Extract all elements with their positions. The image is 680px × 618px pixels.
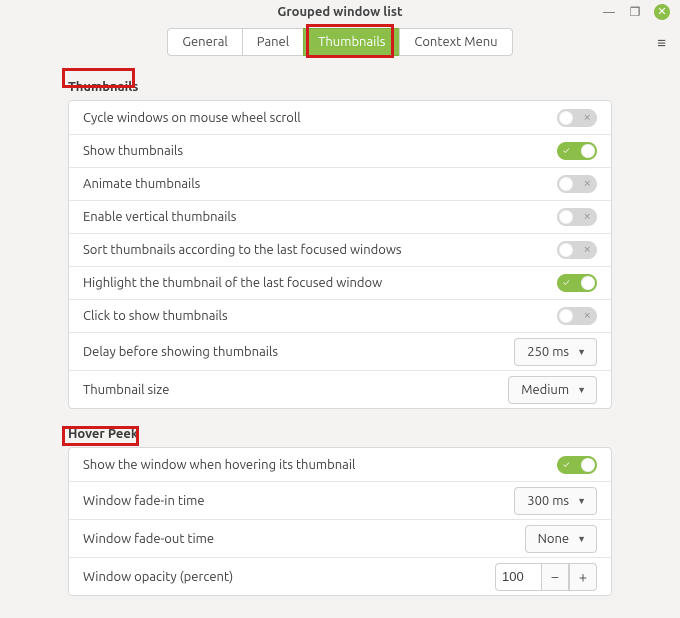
cross-icon: ✕ <box>583 246 591 255</box>
row-sort-thumbnails: Sort thumbnails according to the last fo… <box>69 233 611 266</box>
combo-value: Medium <box>521 383 569 397</box>
row-enable-vertical: Enable vertical thumbnails ✕ <box>69 200 611 233</box>
row-size: Thumbnail size Medium ▼ <box>69 370 611 408</box>
chevron-down-icon: ▼ <box>577 496 586 506</box>
row-label: Show thumbnails <box>83 144 183 158</box>
opacity-decrement-button[interactable]: − <box>541 563 569 591</box>
toggle-enable-vertical[interactable]: ✕ <box>557 208 597 226</box>
toggle-animate-thumbnails[interactable]: ✕ <box>557 175 597 193</box>
section-title-hoverpeek: Hover Peek <box>68 427 670 441</box>
combo-delay[interactable]: 250 ms ▼ <box>514 338 597 366</box>
row-label: Show the window when hovering its thumbn… <box>83 458 355 472</box>
combo-value: None <box>538 532 570 546</box>
combo-value: 250 ms <box>527 345 569 359</box>
close-button[interactable]: ✕ <box>654 4 670 20</box>
tab-general[interactable]: General <box>167 28 242 56</box>
check-icon: ✓ <box>563 279 569 288</box>
window-title: Grouped window list <box>277 5 402 19</box>
row-show-thumbnails: Show thumbnails ✓ <box>69 134 611 167</box>
cross-icon: ✕ <box>583 213 591 222</box>
combo-value: 300 ms <box>527 494 569 508</box>
tab-label: Thumbnails <box>318 35 385 49</box>
minimize-button[interactable]: — <box>602 5 616 19</box>
row-fadeout: Window fade-out time None ▼ <box>69 519 611 557</box>
tab-thumbnails[interactable]: Thumbnails <box>303 28 400 56</box>
tabs: General Panel Thumbnails Context Menu <box>167 28 512 56</box>
row-fadein: Window fade-in time 300 ms ▼ <box>69 481 611 519</box>
tabs-row: General Panel Thumbnails Context Menu ≡ <box>0 22 680 62</box>
toggle-cycle-windows[interactable]: ✕ <box>557 109 597 127</box>
chevron-down-icon: ▼ <box>577 385 586 395</box>
cross-icon: ✕ <box>583 113 591 122</box>
row-delay: Delay before showing thumbnails 250 ms ▼ <box>69 332 611 370</box>
combo-fadein[interactable]: 300 ms ▼ <box>514 487 597 515</box>
opacity-increment-button[interactable]: + <box>569 563 597 591</box>
toggle-sort-thumbnails[interactable]: ✕ <box>557 241 597 259</box>
row-opacity: Window opacity (percent) − + <box>69 557 611 595</box>
row-highlight-thumbnail: Highlight the thumbnail of the last focu… <box>69 266 611 299</box>
toggle-click-to-show[interactable]: ✕ <box>557 307 597 325</box>
row-label: Sort thumbnails according to the last fo… <box>83 243 402 257</box>
maximize-button[interactable]: ❐ <box>628 5 642 19</box>
toggle-highlight-thumbnail[interactable]: ✓ <box>557 274 597 292</box>
tab-label: Context Menu <box>414 35 497 49</box>
hoverpeek-panel: Show the window when hovering its thumbn… <box>68 447 612 596</box>
row-label: Animate thumbnails <box>83 177 200 191</box>
row-label: Window fade-in time <box>83 494 205 508</box>
row-label: Enable vertical thumbnails <box>83 210 236 224</box>
check-icon: ✓ <box>563 460 569 469</box>
tab-label: Panel <box>257 35 289 49</box>
cross-icon: ✕ <box>583 180 591 189</box>
spin-opacity: − + <box>495 563 597 591</box>
thumbnails-panel: Cycle windows on mouse wheel scroll ✕ Sh… <box>68 100 612 409</box>
combo-fadeout[interactable]: None ▼ <box>525 525 597 553</box>
window-controls: — ❐ ✕ <box>602 4 670 20</box>
row-label: Highlight the thumbnail of the last focu… <box>83 276 382 290</box>
row-click-to-show: Click to show thumbnails ✕ <box>69 299 611 332</box>
chevron-down-icon: ▼ <box>577 534 586 544</box>
row-label: Delay before showing thumbnails <box>83 345 278 359</box>
titlebar: Grouped window list — ❐ ✕ <box>0 0 680 22</box>
row-hover-show: Show the window when hovering its thumbn… <box>69 448 611 481</box>
check-icon: ✓ <box>563 147 569 156</box>
hamburger-menu-icon[interactable]: ≡ <box>657 34 666 52</box>
tab-context-menu[interactable]: Context Menu <box>399 28 512 56</box>
opacity-input[interactable] <box>495 563 541 591</box>
row-label: Click to show thumbnails <box>83 309 228 323</box>
row-label: Window fade-out time <box>83 532 214 546</box>
tab-label: General <box>182 35 227 49</box>
cross-icon: ✕ <box>583 312 591 321</box>
toggle-hover-show[interactable]: ✓ <box>557 456 597 474</box>
row-label: Window opacity (percent) <box>83 570 233 584</box>
row-animate-thumbnails: Animate thumbnails ✕ <box>69 167 611 200</box>
chevron-down-icon: ▼ <box>577 347 586 357</box>
toggle-show-thumbnails[interactable]: ✓ <box>557 142 597 160</box>
row-label: Cycle windows on mouse wheel scroll <box>83 111 301 125</box>
section-title-thumbnails: Thumbnails <box>68 80 670 94</box>
tab-panel[interactable]: Panel <box>242 28 304 56</box>
row-cycle-windows: Cycle windows on mouse wheel scroll ✕ <box>69 101 611 134</box>
combo-thumbnail-size[interactable]: Medium ▼ <box>508 376 597 404</box>
row-label: Thumbnail size <box>83 383 169 397</box>
content-area: Thumbnails Cycle windows on mouse wheel … <box>0 80 680 596</box>
